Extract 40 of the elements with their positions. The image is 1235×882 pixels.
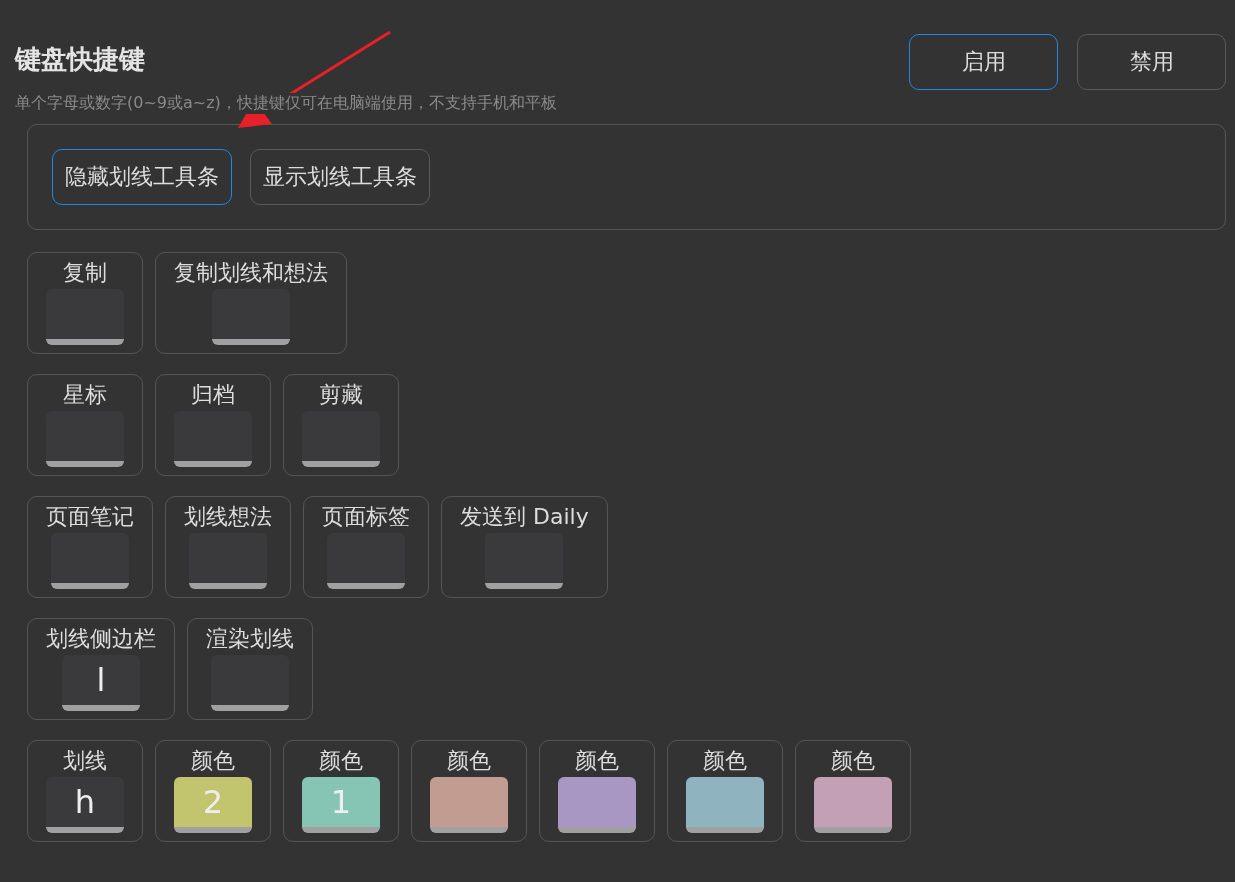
- key-field[interactable]: [430, 777, 508, 833]
- shortcut-label: 复制划线和想法: [174, 259, 328, 287]
- key-field[interactable]: [485, 533, 564, 589]
- mode-button[interactable]: 启用: [909, 34, 1058, 90]
- key-field[interactable]: l: [62, 655, 140, 711]
- toolbar-option-button[interactable]: 隐藏划线工具条: [52, 149, 232, 205]
- shortcut-label: 归档: [191, 381, 235, 409]
- shortcut-label: 划线: [63, 747, 107, 775]
- shortcut-label: 颜色: [191, 747, 235, 775]
- key-field[interactable]: [211, 655, 289, 711]
- shortcut-label: 发送到 Daily: [460, 503, 589, 531]
- mode-button[interactable]: 禁用: [1077, 34, 1226, 90]
- key-field[interactable]: [46, 411, 124, 467]
- key-field[interactable]: [814, 777, 892, 833]
- key-field[interactable]: [686, 777, 764, 833]
- shortcut-label: 划线想法: [184, 503, 272, 531]
- shortcut-label: 颜色: [703, 747, 747, 775]
- key-field[interactable]: [174, 411, 252, 467]
- shortcut-label: 颜色: [831, 747, 875, 775]
- shortcut-label: 划线侧边栏: [46, 625, 156, 653]
- shortcut-label: 颜色: [319, 747, 363, 775]
- toolbar-option-button[interactable]: 显示划线工具条: [250, 149, 430, 205]
- shortcut-label: 颜色: [575, 747, 619, 775]
- key-field[interactable]: [558, 777, 636, 833]
- key-field[interactable]: [327, 533, 405, 589]
- key-field[interactable]: [51, 533, 129, 589]
- shortcut-label: 页面笔记: [46, 503, 134, 531]
- shortcut-label: 颜色: [447, 747, 491, 775]
- key-field[interactable]: [189, 533, 267, 589]
- shortcut-label: 剪藏: [319, 381, 363, 409]
- shortcut-label: 页面标签: [322, 503, 410, 531]
- page-title: 键盘快捷键: [15, 43, 146, 76]
- key-field[interactable]: h: [46, 777, 124, 833]
- key-field[interactable]: [302, 411, 380, 467]
- shortcut-label: 星标: [63, 381, 107, 409]
- shortcut-label: 复制: [63, 259, 107, 287]
- key-field[interactable]: [212, 289, 290, 345]
- shortcut-label: 渲染划线: [206, 625, 294, 653]
- key-field[interactable]: [46, 289, 124, 345]
- hint-text: 单个字母或数字(0~9或a~z)，快捷键仅可在电脑端使用，不支持手机和平板: [15, 93, 557, 114]
